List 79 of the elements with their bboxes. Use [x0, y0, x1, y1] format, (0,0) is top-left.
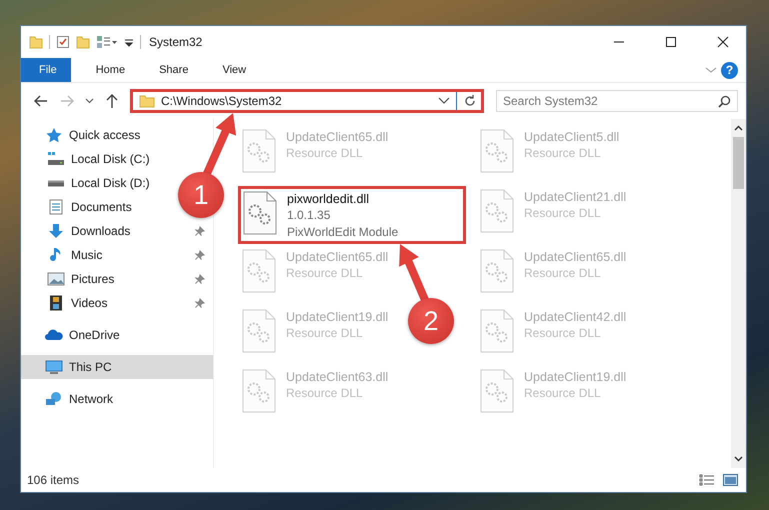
- file-name: UpdateClient5.dll: [524, 129, 620, 145]
- sidebar-item[interactable]: Music: [21, 243, 213, 267]
- pin-icon[interactable]: [195, 250, 205, 260]
- file-detail: Resource DLL: [524, 325, 602, 342]
- file-name: UpdateClient65.dll: [524, 249, 626, 265]
- dll-file-icon: [242, 309, 276, 353]
- up-icon[interactable]: [104, 93, 120, 109]
- file-detail: Resource DLL: [524, 265, 602, 282]
- file-name: UpdateClient65.dll: [286, 249, 388, 265]
- pin-icon[interactable]: [195, 226, 205, 236]
- sidebar-item[interactable]: Network: [21, 387, 213, 411]
- sidebar-item[interactable]: OneDrive: [21, 323, 213, 347]
- file-detail: Resource DLL: [524, 205, 602, 222]
- pin-icon[interactable]: [195, 274, 205, 284]
- file-detail: Resource DLL: [286, 325, 364, 342]
- monitor-icon: [45, 359, 63, 375]
- file-detail: Resource DLL: [286, 265, 364, 282]
- folder-icon: [139, 94, 155, 108]
- sidebar-item[interactable]: Local Disk (D:): [21, 171, 164, 195]
- file-detail: Resource DLL: [524, 145, 602, 162]
- help-button[interactable]: ?: [721, 62, 738, 78]
- dll-file-icon: [242, 249, 276, 293]
- address-bar[interactable]: C:\Windows\System32: [130, 89, 484, 113]
- file-name: UpdateClient19.dll: [286, 309, 388, 325]
- sidebar-item[interactable]: This PC: [21, 355, 213, 379]
- refresh-icon[interactable]: [463, 94, 477, 108]
- document-icon: [47, 199, 65, 215]
- properties-icon[interactable]: [56, 35, 70, 49]
- download-arrow-icon: [47, 223, 65, 239]
- ribbon-tab[interactable]: View: [207, 58, 262, 82]
- dll-file-icon: [480, 309, 514, 353]
- file-detail: PixWorldEdit Module: [287, 224, 398, 241]
- pin-icon[interactable]: [195, 298, 205, 308]
- file-detail: Resource DLL: [524, 385, 602, 402]
- chevron-down-icon[interactable]: [438, 97, 450, 105]
- file-name: UpdateClient21.dll: [524, 189, 626, 205]
- dll-file-icon: [242, 369, 276, 413]
- file-detail: Resource DLL: [286, 145, 364, 162]
- ribbon-tab[interactable]: Home: [80, 58, 140, 82]
- star-icon: [45, 127, 63, 143]
- film-icon: [47, 295, 65, 311]
- file-detail: 1.0.1.35: [287, 207, 332, 224]
- scrollbar[interactable]: [731, 119, 746, 468]
- sidebar-item[interactable]: Quick access: [21, 123, 213, 147]
- dll-file-icon: [480, 189, 514, 233]
- sidebar-item[interactable]: Pictures: [21, 267, 213, 291]
- picture-icon: [47, 271, 65, 287]
- file-name: UpdateClient42.dll: [524, 309, 626, 325]
- search-icon[interactable]: [718, 95, 731, 108]
- dll-file-icon: [480, 129, 514, 173]
- file-tile[interactable]: pixworldedit.dll 1.0.1.35 PixWorldEdit Module: [238, 186, 466, 244]
- ribbon-tab[interactable]: Share: [144, 58, 204, 82]
- sidebar-item[interactable]: Local Disk (C:): [21, 147, 164, 171]
- back-icon[interactable]: [33, 93, 49, 109]
- dll-file-icon: [242, 129, 276, 173]
- dll-file-icon: [480, 369, 514, 413]
- drive-icon: [47, 151, 65, 167]
- large-icons-view-icon[interactable]: [723, 474, 738, 486]
- item-count: 106 items: [27, 473, 80, 487]
- window-title: System32: [149, 35, 202, 49]
- file-detail: Resource DLL: [286, 385, 364, 402]
- scroll-thumb[interactable]: [733, 137, 744, 189]
- sidebar-item[interactable]: Downloads: [21, 219, 213, 243]
- cloud-icon: [45, 327, 63, 343]
- network-icon: [45, 391, 63, 407]
- file-name: UpdateClient19.dll: [524, 369, 626, 385]
- dll-file-icon: [480, 249, 514, 293]
- sidebar-item[interactable]: Documents: [21, 195, 146, 219]
- sidebar-item[interactable]: Videos: [21, 291, 213, 315]
- details-view-icon[interactable]: [699, 474, 715, 486]
- search-field[interactable]: Search System32: [496, 90, 738, 112]
- file-name: UpdateClient65.dll: [286, 129, 388, 145]
- file-name: pixworldedit.dll: [287, 191, 370, 207]
- drive-icon: [47, 180, 65, 186]
- dll-file-icon: [243, 191, 277, 235]
- recent-dropdown-icon[interactable]: [85, 98, 94, 104]
- file-name: UpdateClient63.dll: [286, 369, 388, 385]
- customize-toolbar-icon[interactable]: [96, 35, 118, 49]
- callout-arrow: [399, 244, 429, 302]
